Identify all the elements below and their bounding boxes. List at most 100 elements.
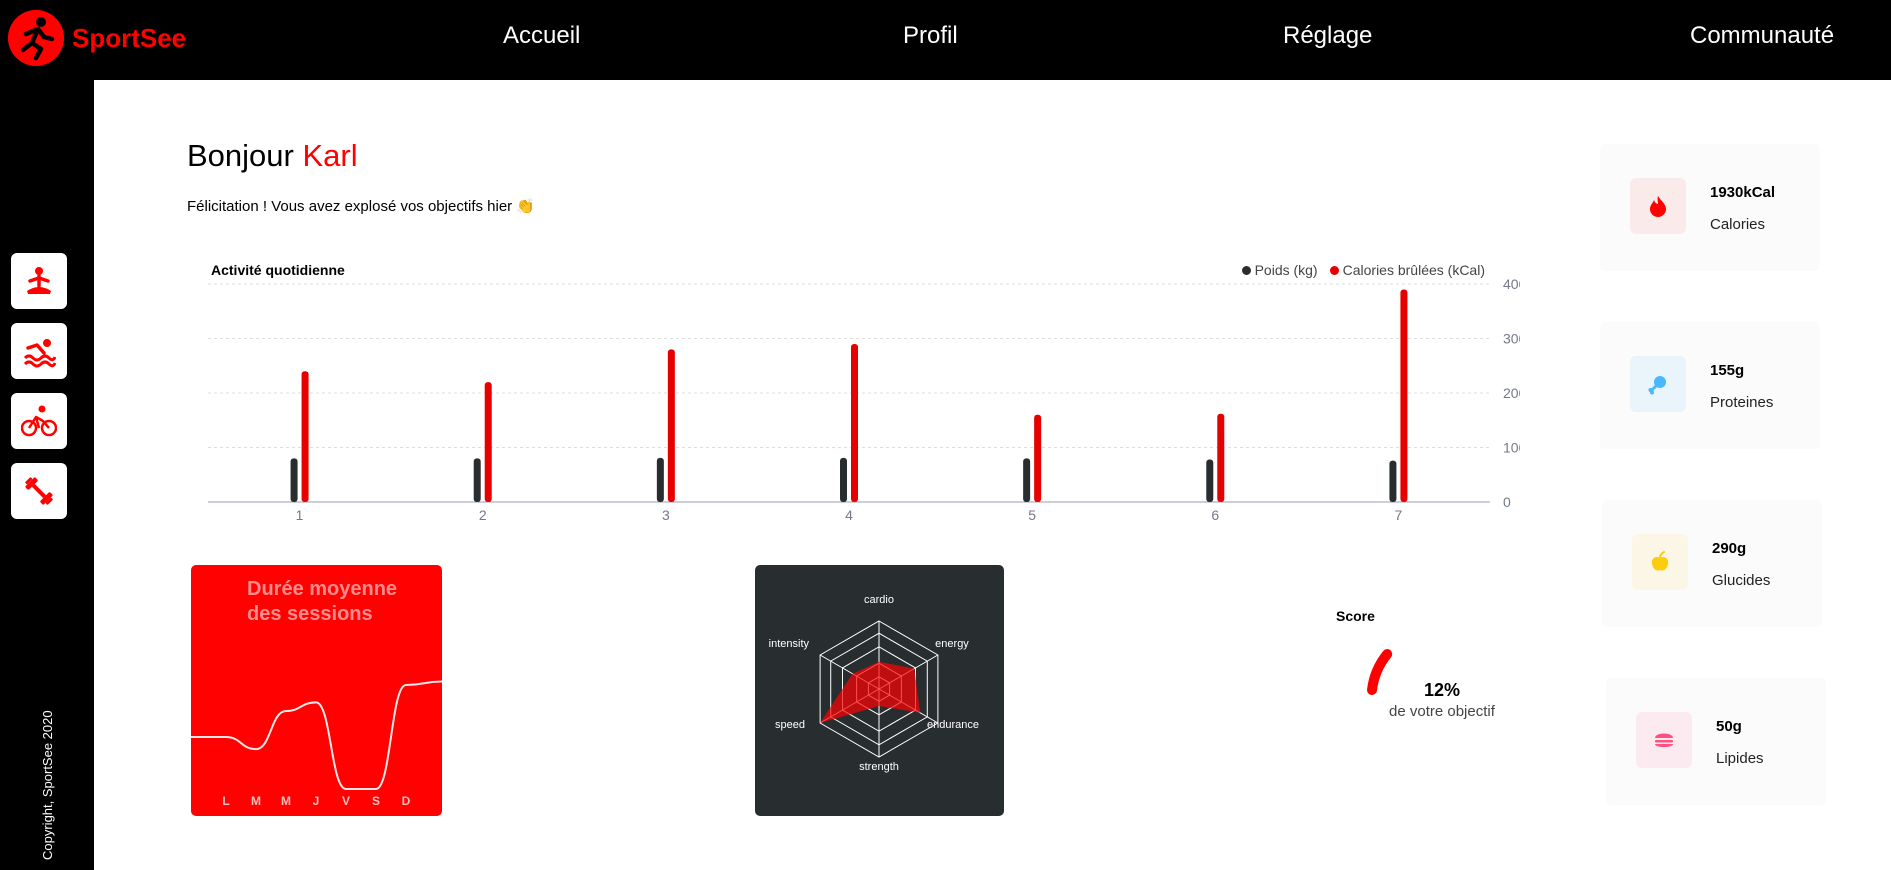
app-name: SportSee (72, 22, 187, 53)
carbs-value: 290g (1712, 540, 1747, 557)
average-sessions-chart: Durée moyenne des sessions LMMJVSD (191, 565, 442, 816)
proteins-icon-box (1630, 356, 1686, 412)
user-name: Karl (302, 138, 358, 173)
legend-weight-dot (1241, 265, 1251, 275)
nav-accueil[interactable]: Accueil (503, 22, 580, 50)
congratulation-message: Félicitation ! Vous avez explosé vos obj… (187, 198, 536, 215)
x-tick-label: 2 (479, 507, 487, 523)
score-title: Score (1336, 608, 1375, 624)
radar-label: speed (775, 719, 805, 731)
legend-calories-label: Calories brûlées (kCal) (1342, 262, 1485, 278)
calories-label: Calories (1710, 216, 1766, 233)
copyright-text: Copyright, SportSee 2020 (40, 710, 55, 860)
session-day-label: J (313, 794, 320, 808)
radar-label: intensity (769, 638, 810, 650)
calories-icon-box (1630, 178, 1686, 234)
sessions-chart-svg: LMMJVSD (191, 680, 442, 808)
weight-bar (1023, 458, 1031, 502)
score-arc (1367, 649, 1393, 695)
app-logo[interactable]: SportSee (8, 10, 186, 66)
calories-bar (301, 371, 309, 502)
calories-bar (1034, 414, 1042, 502)
nav-reglage[interactable]: Réglage (1283, 22, 1372, 50)
session-day-label: D (402, 794, 411, 808)
session-day-label: S (372, 794, 380, 808)
sessions-line (191, 680, 442, 790)
legend-weight: Poids (kg) (1241, 262, 1318, 278)
x-tick-label: 3 (662, 507, 670, 523)
session-day-label: L (222, 794, 229, 808)
score-label: de votre objectif (1389, 703, 1495, 720)
score-chart: Score 12% de votre objectif (1330, 600, 1530, 750)
weight-bar (290, 458, 298, 502)
nutrition-card-lipids: 50g Lipides (1606, 678, 1826, 805)
meditation-button[interactable] (11, 253, 67, 309)
weight-bar (1206, 459, 1214, 502)
weight-bar (473, 458, 481, 502)
burger-icon (1655, 733, 1673, 747)
score-value: 12% (1424, 680, 1461, 700)
activity-legend: Poids (kg) Calories brûlées (kCal) (1241, 262, 1485, 278)
left-sidebar: Copyright, SportSee 2020 (0, 80, 94, 870)
weight-bar (1389, 460, 1397, 502)
x-tick-label: 4 (845, 507, 853, 523)
runner-logo-icon (8, 10, 64, 66)
legend-weight-label: Poids (kg) (1254, 262, 1318, 278)
radar-label: strength (859, 761, 899, 773)
calories-bar (484, 382, 492, 502)
calories-bar (851, 343, 858, 502)
activity-title: Activité quotidienne (211, 262, 345, 278)
calories-bar (1400, 289, 1408, 502)
nav-communaute[interactable]: Communauté (1690, 22, 1834, 50)
top-navigation: SportSee Accueil Profil Réglage Communau… (0, 0, 1891, 80)
radar-label: cardio (864, 594, 894, 606)
daily-activity-chart: 0 100 200 300 400 1 2 3 4 5 6 7 Activité quotidienn… (200, 250, 1520, 530)
swimming-button[interactable] (11, 323, 67, 379)
session-day-label: M (251, 794, 261, 808)
y-tick-label: 100 (1503, 440, 1520, 456)
y-tick-label: 300 (1503, 331, 1520, 347)
session-day-label: V (342, 794, 350, 808)
dumbbell-icon (25, 477, 53, 505)
lipids-value: 50g (1716, 718, 1742, 735)
cycling-icon (21, 405, 57, 437)
performance-radar-chart: cardio energy endurance strength speed intens… (755, 565, 1004, 816)
x-tick-label: 7 (1395, 507, 1403, 523)
x-tick-label: 1 (296, 507, 304, 523)
y-tick-label: 0 (1503, 494, 1511, 510)
carbs-label: Glucides (1712, 572, 1771, 589)
meditation-icon (27, 267, 51, 294)
calories-bar (667, 349, 675, 502)
dumbbell-button[interactable] (11, 463, 67, 519)
carbs-icon-box (1632, 534, 1688, 590)
activity-chart-svg: 0 100 200 300 400 1 2 3 4 5 6 7 (208, 276, 1520, 523)
legend-calories-dot (1329, 265, 1339, 275)
nutrition-card-calories: 1930kCal Calories (1600, 144, 1820, 271)
nav-profil[interactable]: Profil (903, 22, 958, 50)
lipids-icon-box (1636, 712, 1692, 768)
proteins-label: Proteines (1710, 394, 1774, 411)
weight-bar (656, 457, 664, 502)
x-tick-label: 6 (1211, 507, 1219, 523)
legend-calories: Calories brûlées (kCal) (1329, 262, 1485, 278)
session-day-label: M (281, 794, 291, 808)
chicken-icon (1648, 376, 1666, 395)
greeting-prefix: Bonjour (187, 138, 294, 173)
radar-label: energy (935, 638, 969, 650)
y-tick-label: 400 (1503, 276, 1520, 292)
x-tick-label: 5 (1028, 507, 1036, 523)
y-tick-label: 200 (1503, 385, 1520, 401)
swimming-icon (23, 339, 56, 368)
nutrition-card-carbs: 290g Glucides (1602, 500, 1822, 627)
apple-icon (1651, 551, 1669, 571)
cycling-button[interactable] (11, 393, 67, 449)
flame-icon (1650, 196, 1666, 217)
radar-data-area (820, 661, 921, 723)
calories-value: 1930kCal (1710, 184, 1776, 201)
weight-bar (840, 457, 847, 502)
nutrition-card-proteins: 155g Proteines (1600, 322, 1820, 449)
page-title: Bonjour Karl (187, 138, 358, 174)
lipids-label: Lipides (1716, 750, 1764, 767)
proteins-value: 155g (1710, 362, 1745, 379)
calories-bar (1217, 413, 1225, 502)
